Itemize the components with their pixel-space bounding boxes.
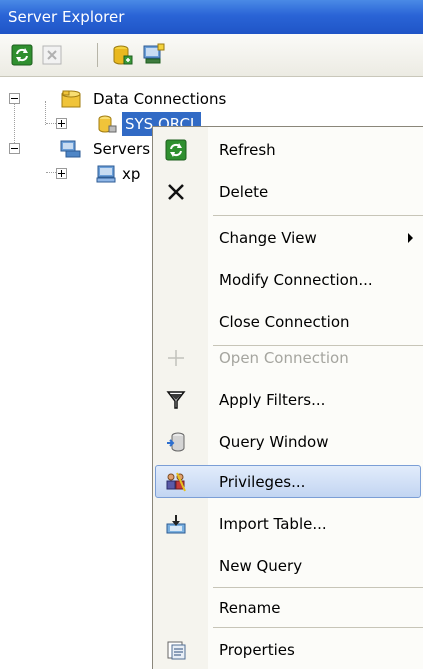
menu-item-label: Open Connection: [219, 349, 349, 367]
filter-funnel-icon: [166, 391, 186, 409]
database-connection-icon: [98, 115, 117, 133]
menu-item-refresh[interactable]: Refresh: [153, 131, 423, 169]
menu-item-label: Rename: [219, 599, 281, 617]
menu-separator: [213, 627, 423, 628]
menu-separator: [213, 215, 423, 216]
refresh-icon: [11, 44, 33, 66]
server-computer-icon: [96, 165, 116, 183]
menu-item-properties[interactable]: Properties: [153, 631, 423, 669]
properties-icon: [167, 641, 186, 660]
collapse-toggle[interactable]: [9, 93, 20, 104]
connect-to-database-button[interactable]: [110, 43, 134, 67]
menu-item-modify-connection[interactable]: Modify Connection...: [153, 261, 423, 299]
menu-item-label: Refresh: [219, 141, 276, 159]
submenu-arrow-icon: [408, 233, 413, 243]
menu-item-label: Close Connection: [219, 313, 350, 331]
menu-item-delete[interactable]: Delete: [153, 173, 423, 211]
window-title-bar: Server Explorer: [0, 0, 423, 34]
menu-item-privileges[interactable]: Privileges...: [153, 463, 423, 501]
context-menu: Refresh Delete Change View Modify Connec…: [152, 126, 423, 669]
menu-item-label: Modify Connection...: [219, 271, 373, 289]
connect-to-database-icon: [113, 45, 133, 65]
servers-label: Servers: [93, 140, 151, 158]
menu-item-label: Query Window: [219, 433, 329, 451]
refresh-icon: [165, 139, 187, 161]
servers-icon: [60, 140, 81, 158]
menu-item-new-query[interactable]: New Query: [153, 547, 423, 585]
window-title: Server Explorer: [8, 8, 125, 26]
menu-item-label: Privileges...: [219, 473, 306, 491]
import-table-icon: [166, 515, 186, 534]
expand-toggle[interactable]: [56, 118, 67, 129]
tree-node-data-connections[interactable]: Data Connections: [0, 87, 423, 111]
open-connection-plug-icon: [168, 350, 184, 366]
delete-x-icon: [168, 184, 184, 200]
menu-item-rename[interactable]: Rename: [153, 589, 423, 627]
menu-item-label: New Query: [219, 557, 303, 575]
stop-icon: [42, 45, 62, 65]
connect-to-server-button[interactable]: [142, 43, 166, 67]
menu-item-close-connection[interactable]: Close Connection: [153, 303, 423, 341]
query-window-icon: [167, 432, 185, 452]
menu-item-label: Properties: [219, 641, 295, 659]
privileges-users-icon: [166, 472, 186, 492]
stop-button[interactable]: [40, 43, 64, 67]
toolbar: [0, 34, 423, 77]
collapse-toggle[interactable]: [9, 143, 20, 154]
menu-item-label: Import Table...: [219, 515, 327, 533]
menu-item-open-connection[interactable]: Open Connection: [153, 339, 423, 377]
menu-item-label: Delete: [219, 183, 269, 201]
menu-separator: [213, 587, 423, 588]
server-xp-label: xp: [122, 165, 141, 183]
expand-toggle[interactable]: [56, 168, 67, 179]
database-folder-icon: [61, 90, 81, 108]
toolbar-separator: [97, 43, 98, 67]
menu-item-label: Change View: [219, 229, 317, 247]
menu-item-import-table[interactable]: Import Table...: [153, 505, 423, 543]
menu-item-query-window[interactable]: Query Window: [153, 423, 423, 461]
data-connections-label: Data Connections: [93, 90, 227, 108]
refresh-button[interactable]: [10, 43, 34, 67]
menu-item-change-view[interactable]: Change View: [153, 219, 423, 257]
connect-to-server-icon: [143, 43, 165, 64]
menu-item-apply-filters[interactable]: Apply Filters...: [153, 381, 423, 419]
menu-item-label: Apply Filters...: [219, 391, 326, 409]
